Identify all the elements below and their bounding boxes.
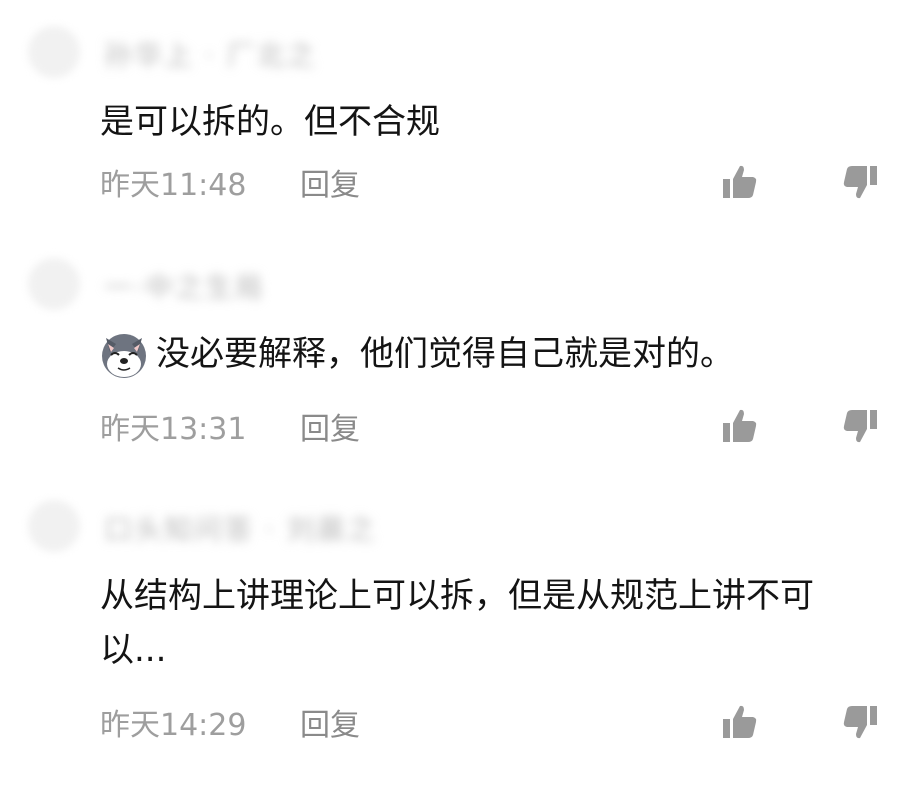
comment-time: 昨天14:29 [100, 708, 247, 743]
thumbs-down-icon[interactable] [840, 406, 880, 446]
comment-actions [720, 162, 880, 202]
comment-text: 没必要解释，他们觉得自己就是对的。 [156, 334, 734, 374]
avatar[interactable] [28, 26, 80, 78]
comment-meta: 昨天13:31 回复 [100, 404, 360, 448]
thumbs-up-icon[interactable] [720, 406, 760, 446]
username[interactable]: 口头知问答 · 刘晨之 [104, 508, 377, 548]
avatar[interactable] [28, 258, 80, 310]
reply-button[interactable]: 回复 [300, 700, 360, 744]
comment-time: 昨天13:31 [100, 412, 247, 447]
comment-time: 昨天11:48 [100, 168, 247, 203]
thumbs-down-icon[interactable] [840, 162, 880, 202]
comment-meta: 昨天14:29 回复 [100, 700, 360, 744]
comment-header: 孙华上 · 厂北之 [12, 20, 432, 80]
comment-item: 孙华上 · 厂北之 是可以拆的。但不合规 昨天11:48 回复 [0, 0, 904, 230]
avatar[interactable] [28, 500, 80, 552]
comment-header: 一·中之生局 [12, 252, 432, 312]
comment-actions [720, 406, 880, 446]
thumbs-up-icon[interactable] [720, 162, 760, 202]
comment-item: 一·中之生局 没必要解释，他们觉得自己就是对的。 昨天13:31 回复 [0, 232, 904, 472]
reply-button[interactable]: 回复 [300, 160, 360, 204]
comment-actions [720, 702, 880, 742]
comment-text: 从结构上讲理论上可以拆，但是从规范上讲不可以... [100, 576, 814, 670]
comment-text: 是可以拆的。但不合规 [100, 102, 440, 142]
thumbs-up-icon[interactable] [720, 702, 760, 742]
comment-text-row: 没必要解释，他们觉得自己就是对的。 [100, 327, 734, 381]
reply-button[interactable]: 回复 [300, 404, 360, 448]
comment-meta: 昨天11:48 回复 [100, 160, 360, 204]
comment-header: 口头知问答 · 刘晨之 [12, 494, 432, 554]
wolf-face-emoji [98, 328, 150, 380]
thumbs-down-icon[interactable] [840, 702, 880, 742]
username[interactable]: 一·中之生局 [104, 266, 265, 306]
username[interactable]: 孙华上 · 厂北之 [104, 34, 317, 74]
comment-item: 口头知问答 · 刘晨之 从结构上讲理论上可以拆，但是从规范上讲不可以... 昨天… [0, 474, 904, 790]
